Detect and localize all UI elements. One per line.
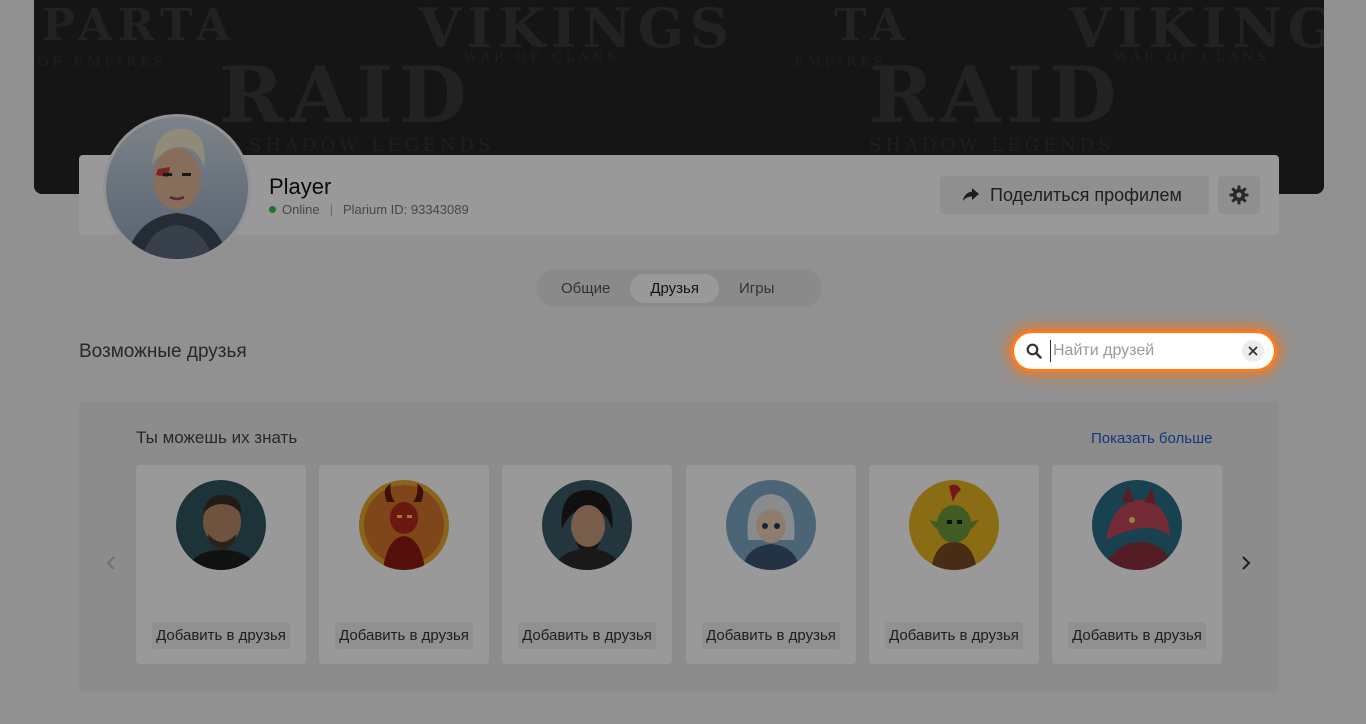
suggested-friend-avatar[interactable] xyxy=(359,480,449,570)
add-friend-button[interactable]: Добавить в друзья xyxy=(885,622,1023,649)
friend-suggestion-card: Добавить в друзья xyxy=(319,465,489,664)
suggested-friend-avatar[interactable] xyxy=(726,480,816,570)
tab-games[interactable]: Игры xyxy=(719,274,794,303)
add-friend-button[interactable]: Добавить в друзья xyxy=(335,622,473,649)
share-profile-label: Поделиться профилем xyxy=(990,184,1182,205)
friend-suggestion-card: Добавить в друзья xyxy=(686,465,856,664)
profile-tabs: Общие Друзья Игры xyxy=(537,269,822,307)
status-separator: | xyxy=(329,202,333,217)
player-avatar[interactable] xyxy=(103,114,251,262)
friend-suggestion-card: Добавить в друзья xyxy=(869,465,1039,664)
banner-watermark: RAID xyxy=(869,50,1123,141)
avatar-image xyxy=(176,480,266,570)
search-icon xyxy=(1026,343,1042,359)
plarium-id: Plarium ID: 93343089 xyxy=(342,202,469,217)
add-friend-button[interactable]: Добавить в друзья xyxy=(152,622,290,649)
close-icon xyxy=(1248,346,1258,356)
add-friend-button[interactable]: Добавить в друзья xyxy=(1068,622,1206,649)
add-friend-button[interactable]: Добавить в друзья xyxy=(518,622,656,649)
share-arrow-icon xyxy=(963,188,979,201)
friend-search-input[interactable] xyxy=(1050,340,1235,362)
chevron-right-icon xyxy=(1242,556,1251,570)
gear-icon xyxy=(1229,185,1249,205)
banner-watermark: SHADOW LEGENDS xyxy=(869,135,1115,156)
show-more-link[interactable]: Показать больше xyxy=(1091,430,1212,447)
carousel-prev-button[interactable] xyxy=(101,552,121,574)
share-profile-button[interactable]: Поделиться профилем xyxy=(940,176,1209,214)
online-indicator xyxy=(269,206,276,213)
player-avatar-image xyxy=(106,117,248,259)
suggested-friend-avatar[interactable] xyxy=(176,480,266,570)
player-status-line: Online | Plarium ID: 93343089 xyxy=(269,202,469,217)
banner-watermark: WAR OF CLANS xyxy=(464,50,621,65)
friend-suggestion-card: Добавить в друзья xyxy=(502,465,672,664)
tab-general[interactable]: Общие xyxy=(541,274,630,303)
banner-watermark: WAR OF CLANS xyxy=(1114,50,1271,65)
avatar-image xyxy=(542,480,632,570)
friend-suggestion-card: Добавить в друзья xyxy=(136,465,306,664)
add-friend-button[interactable]: Добавить в друзья xyxy=(702,622,840,649)
settings-button[interactable] xyxy=(1218,176,1260,214)
clear-search-button[interactable] xyxy=(1242,340,1264,362)
suggested-friend-avatar[interactable] xyxy=(542,480,632,570)
banner-watermark: TA xyxy=(834,0,911,51)
suggestions-title: Ты можешь их знать xyxy=(136,428,298,447)
online-status: Online xyxy=(282,202,320,217)
avatar-image xyxy=(359,480,449,570)
suggested-friend-avatar[interactable] xyxy=(909,480,999,570)
player-name: Player xyxy=(269,174,332,199)
avatar-image xyxy=(1092,480,1182,570)
avatar-image xyxy=(909,480,999,570)
banner-watermark: RAID xyxy=(219,50,473,141)
suggested-friend-avatar[interactable] xyxy=(1092,480,1182,570)
chevron-left-icon xyxy=(106,556,115,570)
section-title: Возможные друзья xyxy=(79,341,247,362)
banner-watermark: PARTA xyxy=(42,0,237,51)
banner-watermark: SHADOW LEGENDS xyxy=(249,135,495,156)
avatar-image xyxy=(726,480,816,570)
tab-friends[interactable]: Друзья xyxy=(630,273,719,303)
banner-watermark: OF EMPIRES xyxy=(38,55,167,70)
friend-suggestion-card: Добавить в друзья xyxy=(1052,465,1222,664)
friend-search-box xyxy=(1014,333,1274,369)
banner-watermark: EMPIRES xyxy=(794,55,887,70)
carousel-next-button[interactable] xyxy=(1236,552,1256,574)
